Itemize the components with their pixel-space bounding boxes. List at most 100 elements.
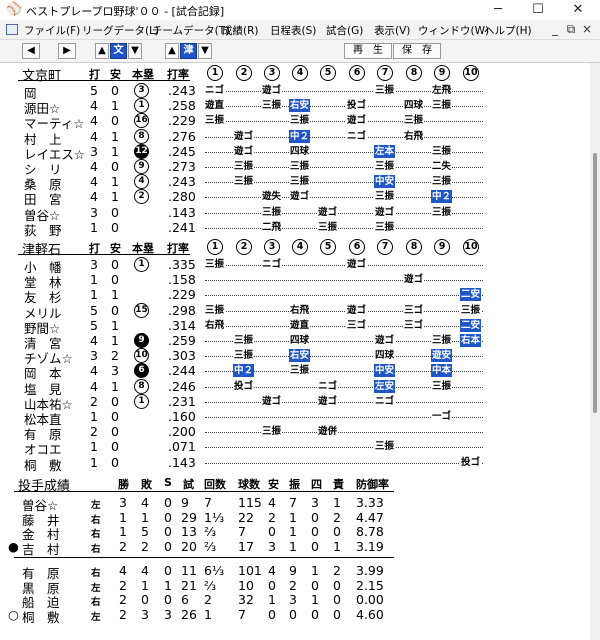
pitcher-bb: 0	[311, 509, 319, 525]
pitching-group-divider	[14, 557, 394, 558]
pitcher-pc: 115	[238, 495, 262, 510]
pitcher-er: 0	[333, 577, 341, 593]
team-name: 津軽石	[22, 243, 62, 258]
mdi-close-button[interactable]: ×	[580, 22, 594, 36]
pitching-col-header: 責	[333, 478, 344, 491]
title-bar: ⚾ ベストプレープロ野球'００ - [試合記録] ─ ☐ ✕	[0, 0, 600, 20]
at-bat-result: 中２	[431, 190, 453, 204]
close-button[interactable]: ✕	[558, 0, 598, 20]
team2-down-button[interactable]: ▼	[198, 43, 212, 59]
at-bat-result: 投ゴ	[460, 455, 482, 469]
player-hits: 0	[111, 113, 119, 129]
pitcher-ip: ⅔	[204, 538, 217, 554]
inning-header: 2	[236, 65, 252, 81]
pitcher-g: 26	[181, 606, 197, 622]
mdi-minimize-button[interactable]: _	[548, 22, 562, 36]
at-bat-result: 遊ゴ	[346, 114, 368, 128]
vertical-scrollbar[interactable]	[590, 63, 600, 640]
player-at-bats: 4	[90, 128, 98, 144]
next-game-button[interactable]: ▶	[58, 43, 76, 59]
pitcher-l: 2	[141, 538, 149, 554]
at-bat-result: 三振	[374, 84, 396, 97]
inning-header: 9	[434, 239, 450, 255]
team2-up-button[interactable]: ▲	[165, 43, 179, 59]
pitcher-k: 3	[289, 592, 297, 607]
team1-toggle-button[interactable]: 文	[110, 43, 127, 59]
pitcher-w: 2	[119, 538, 127, 554]
menu-game[interactable]: 試合(G)	[326, 23, 363, 38]
player-hits: 1	[111, 317, 119, 333]
pitcher-l: 3	[141, 606, 149, 622]
pitcher-l: 1	[141, 577, 149, 593]
pitcher-er: 1	[333, 538, 341, 554]
at-bat-result: 三ゴ	[403, 318, 425, 332]
at-bat-dotted-line	[205, 295, 483, 297]
pitcher-pc: 7	[238, 606, 246, 622]
prev-game-button[interactable]: ◀	[22, 43, 40, 59]
menu-file[interactable]: ファイル(F)	[24, 23, 80, 38]
at-bat-result: 三振	[374, 220, 396, 234]
replay-button[interactable]: 再 生	[344, 43, 392, 59]
minimize-button[interactable]: ─	[478, 0, 518, 20]
team2-toggle-button[interactable]: 津	[180, 43, 197, 59]
pitcher-hand: 右	[91, 543, 101, 555]
player-hits: 0	[111, 439, 119, 455]
pitcher-s: 0	[164, 538, 172, 554]
pitcher-k: 7	[289, 495, 297, 510]
pitching-col-header: 試	[183, 478, 194, 491]
save-button[interactable]: 保 存	[393, 43, 441, 59]
at-bat-result: 二飛	[261, 220, 283, 234]
menu-schedule[interactable]: 日程表(S)	[270, 23, 316, 38]
menu-window[interactable]: ウィンドウ(W)	[418, 23, 489, 38]
pitcher-h: 1	[268, 592, 276, 607]
at-bat-result: 三振	[289, 364, 311, 378]
at-bat-result: 遊ゴ	[317, 394, 339, 408]
pitcher-pc: 7	[238, 524, 246, 539]
menu-help[interactable]: ヘルプ(H)	[484, 23, 532, 38]
menu-stats[interactable]: 成績(R)	[222, 23, 259, 38]
at-bat-result: ニゴ	[346, 129, 368, 143]
at-bat-result: 三振	[261, 205, 283, 219]
scrollbar-thumb[interactable]	[593, 153, 597, 413]
pitching-col-header: 勝	[118, 478, 129, 491]
at-bat-result: 三振	[289, 114, 311, 128]
at-bat-result: 三振	[204, 303, 226, 317]
maximize-button[interactable]: ☐	[518, 0, 558, 20]
pitching-col-header: 防御率	[356, 478, 389, 491]
at-bat-result: 遊ゴ	[346, 303, 368, 317]
team1-up-button[interactable]: ▲	[95, 43, 109, 59]
at-bat-result: 中２	[289, 129, 311, 143]
pitcher-g: 20	[181, 538, 197, 554]
at-bat-result: 遊安	[431, 349, 453, 363]
pitcher-er: 0	[333, 592, 341, 607]
pitcher-k: 1	[289, 538, 297, 554]
at-bat-result: 右本	[460, 334, 482, 347]
inning-header: 3	[264, 65, 280, 81]
player-avg: .314	[168, 317, 196, 333]
pitcher-era: 8.78	[356, 524, 384, 539]
team1-down-button[interactable]: ▼	[128, 43, 142, 59]
mdi-restore-button[interactable]: ⧉	[564, 22, 578, 37]
document-icon[interactable]	[6, 24, 18, 35]
pitcher-hand: 左	[91, 611, 101, 623]
at-bat-result: 三振	[374, 440, 396, 454]
pitcher-er: 1	[333, 495, 341, 510]
pitcher-k: 2	[289, 577, 297, 593]
at-bat-result: 一ゴ	[431, 410, 453, 423]
at-bat-result: 遊ゴ	[261, 394, 283, 408]
menu-league-data[interactable]: リーグデータ(L)	[82, 23, 159, 38]
pitcher-l: 4	[141, 563, 149, 578]
menu-view[interactable]: 表示(V)	[374, 23, 410, 38]
player-avg: .303	[168, 348, 196, 364]
pitcher-ip: 1	[204, 606, 212, 622]
player-homers: 15	[134, 302, 149, 318]
at-bat-result: 三振	[289, 175, 311, 189]
pitcher-pc: 10	[238, 577, 254, 593]
pitcher-era: 3.33	[356, 495, 384, 510]
at-bat-result: 三振	[431, 99, 453, 113]
menu-team-data[interactable]: チームデータ(T)	[152, 23, 229, 38]
at-bat-result: 遊失	[261, 190, 283, 204]
at-bat-result: 右飛	[289, 303, 311, 317]
pitcher-era: 3.99	[356, 563, 384, 578]
pitcher-decision-mark: ○	[8, 606, 19, 622]
